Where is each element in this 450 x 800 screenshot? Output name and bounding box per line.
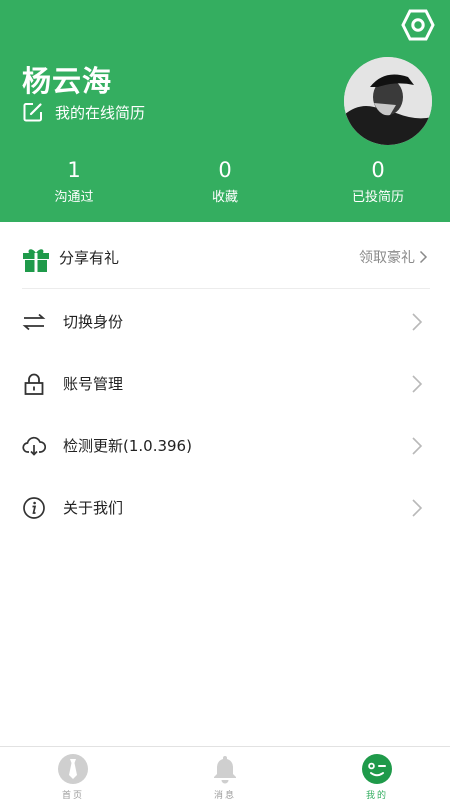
chevron-right-icon (412, 375, 423, 393)
stat-favorites[interactable]: 0 收藏 (170, 155, 280, 209)
share-gift-title: 分享有礼 (59, 249, 120, 267)
tab-label: 消息 (213, 791, 236, 800)
menu-label: 切换身份 (63, 313, 124, 331)
stat-applied[interactable]: 0 已投简历 (323, 155, 433, 209)
avatar-photo (344, 57, 432, 145)
divider (22, 288, 430, 289)
tab-home[interactable]: 首页 (33, 753, 113, 800)
smiley-icon (362, 754, 392, 784)
edit-icon (23, 103, 42, 122)
menu-check-update[interactable]: 检测更新(1.0.396) (0, 420, 450, 470)
menu-switch-identity[interactable]: 切换身份 (0, 296, 450, 346)
online-resume-label: 我的在线简历 (55, 103, 146, 122)
stat-favorites-value: 0 (218, 158, 232, 182)
share-gift-row[interactable]: 分享有礼 领取豪礼 (0, 232, 450, 284)
chevron-right-icon (412, 499, 423, 517)
cloud-download-icon (22, 436, 46, 456)
stat-applied-label: 已投简历 (351, 190, 404, 205)
claim-gift-link[interactable]: 领取豪礼 (359, 247, 428, 267)
avatar[interactable] (344, 57, 432, 145)
gift-icon (23, 249, 49, 272)
menu-label: 关于我们 (63, 499, 124, 517)
bottom-tab-bar: 首页 消息 我的 (0, 746, 450, 800)
stat-contacted-value: 1 (67, 158, 81, 182)
online-resume-link[interactable]: 我的在线简历 (22, 100, 145, 124)
stat-contacted-label: 沟通过 (54, 190, 94, 205)
chevron-right-icon (412, 437, 423, 455)
chevron-right-icon (419, 250, 428, 264)
tab-me[interactable]: 我的 (337, 753, 417, 800)
profile-header: 杨云海 我的在线简历 1 沟通过 0 收藏 0 已投简历 (0, 0, 450, 222)
user-name: 杨云海 (22, 64, 113, 98)
stat-favorites-label: 收藏 (211, 190, 238, 205)
menu-about-us[interactable]: 关于我们 (0, 482, 450, 532)
settings-icon (401, 9, 435, 41)
bell-icon (214, 756, 236, 784)
settings-button[interactable] (400, 8, 436, 42)
stat-applied-value: 0 (371, 158, 385, 182)
claim-gift-label: 领取豪礼 (359, 250, 415, 266)
info-icon (23, 497, 45, 519)
stat-contacted[interactable]: 1 沟通过 (19, 155, 129, 209)
tab-label: 首页 (61, 791, 84, 800)
tab-label: 我的 (365, 791, 388, 800)
menu-label: 账号管理 (63, 375, 124, 393)
swap-icon (22, 313, 46, 331)
tie-icon (58, 754, 88, 784)
menu-account-management[interactable]: 账号管理 (0, 358, 450, 408)
tab-messages[interactable]: 消息 (185, 753, 265, 800)
menu-label: 检测更新(1.0.396) (63, 437, 192, 455)
chevron-right-icon (412, 313, 423, 331)
lock-icon (24, 373, 44, 395)
